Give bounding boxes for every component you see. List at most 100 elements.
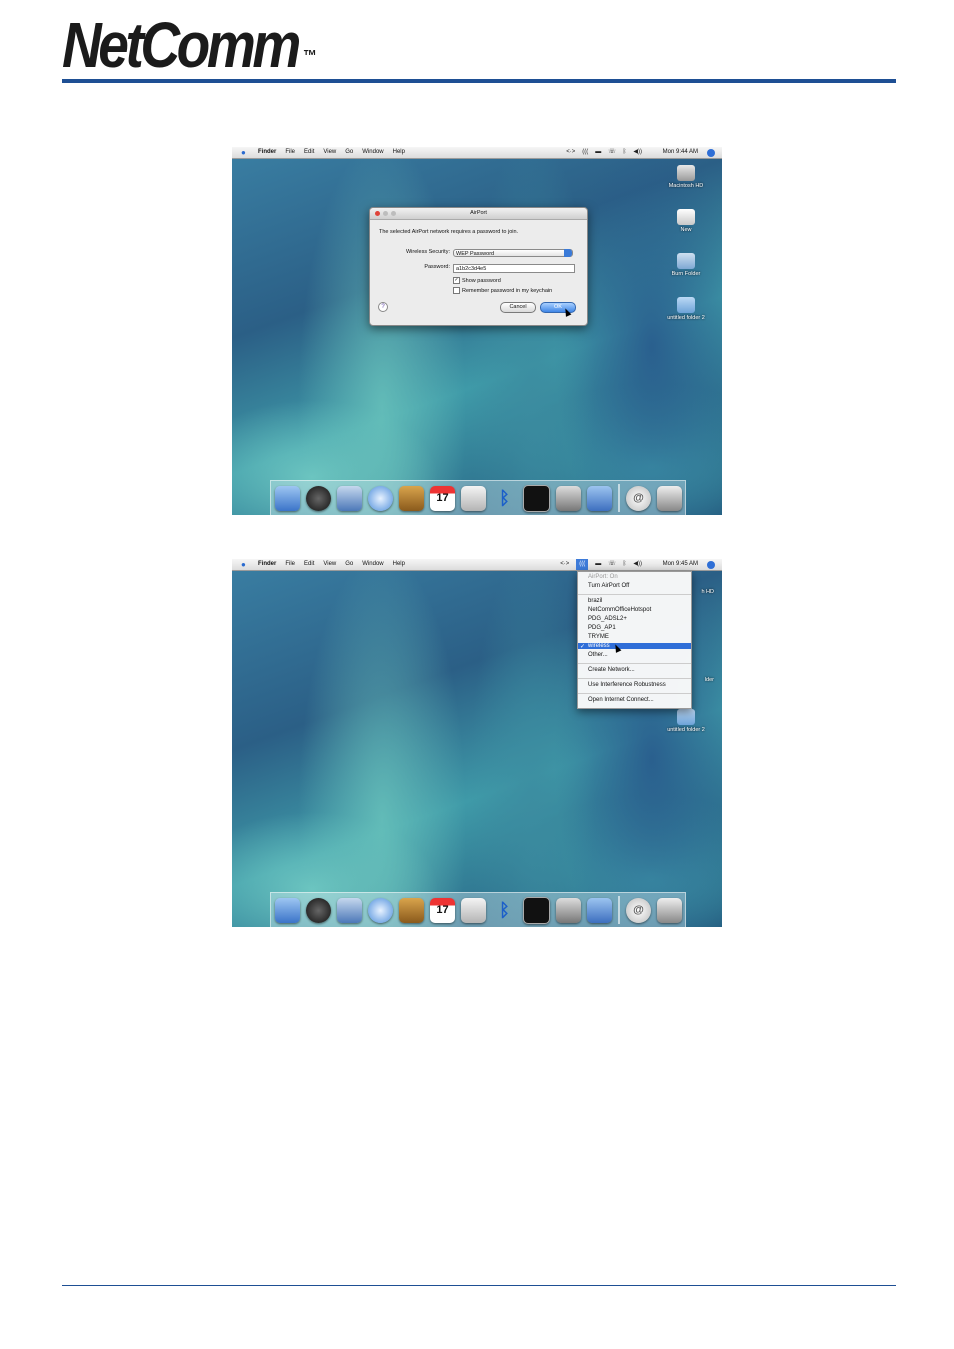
bluetooth-icon[interactable]: ᛒ bbox=[623, 147, 627, 158]
display-icon[interactable]: ▬ bbox=[595, 147, 601, 158]
turn-airport-off-item[interactable]: Turn AirPort Off bbox=[588, 583, 629, 589]
password-field[interactable]: a1b2c3d4e5 bbox=[453, 264, 575, 273]
zoom-window-button[interactable] bbox=[391, 211, 396, 216]
menu-go[interactable]: Go bbox=[345, 559, 353, 570]
dock-image-capture-icon[interactable] bbox=[587, 485, 612, 511]
dock-safari-icon[interactable] bbox=[368, 897, 393, 923]
menu-separator bbox=[578, 678, 691, 679]
dock-address-book-icon[interactable] bbox=[399, 897, 424, 923]
airport-icon[interactable]: ((( bbox=[582, 147, 588, 158]
dock-dashboard-icon[interactable] bbox=[306, 897, 331, 923]
dock-mail-icon[interactable] bbox=[337, 897, 362, 923]
dock-finder-icon[interactable] bbox=[275, 485, 300, 511]
dock-ical-icon[interactable]: 17 bbox=[430, 897, 455, 923]
dock-separator bbox=[618, 896, 620, 924]
phone-icon[interactable]: ☏ bbox=[608, 559, 616, 570]
network-status-icon[interactable]: <·> bbox=[566, 147, 575, 158]
dock-address-book-icon[interactable] bbox=[399, 485, 424, 511]
network-item-pdg-adsl2[interactable]: PDG_ADSL2+ bbox=[588, 616, 627, 622]
dock-preview-icon[interactable] bbox=[461, 897, 486, 923]
bluetooth-glyph: ᛒ bbox=[499, 899, 510, 920]
dock-mail-server-icon[interactable]: @ bbox=[626, 897, 651, 923]
menu-bar: ● Finder File Edit View Go Window Help <… bbox=[232, 559, 722, 571]
network-item-netcommofficehotspot[interactable]: NetCommOfficeHotspot bbox=[588, 607, 651, 613]
help-button[interactable]: ? bbox=[378, 302, 388, 312]
dock-finder-icon[interactable] bbox=[275, 897, 300, 923]
password-value: a1b2c3d4e5 bbox=[456, 266, 487, 272]
dock-mail-icon[interactable] bbox=[337, 485, 362, 511]
bluetooth-icon[interactable]: ᛒ bbox=[623, 559, 627, 570]
dock-preview-icon[interactable] bbox=[461, 485, 486, 511]
menu-edit[interactable]: Edit bbox=[304, 559, 314, 570]
dock-dashboard-icon[interactable] bbox=[306, 485, 331, 511]
show-password-checkbox[interactable]: ✓ Show password bbox=[453, 277, 501, 284]
dock-bluetooth-icon[interactable]: ᛒ bbox=[492, 486, 517, 511]
menu-window[interactable]: Window bbox=[362, 147, 383, 158]
network-item-pdg-ap1[interactable]: PDG_AP1 bbox=[588, 625, 616, 631]
interference-robustness-item[interactable]: Use Interference Robustness bbox=[588, 682, 666, 688]
desktop-icon-macintosh-hd[interactable]: Macintosh HD bbox=[656, 165, 716, 189]
desktop-icon-label: untitled folder 2 bbox=[667, 315, 705, 321]
menu-view[interactable]: View bbox=[323, 147, 336, 158]
dock-photo-browser-icon[interactable] bbox=[556, 897, 581, 923]
menubar-clock[interactable]: Mon 9:45 AM bbox=[663, 559, 698, 570]
remember-password-checkbox[interactable]: Remember password in my keychain bbox=[453, 287, 552, 294]
open-internet-connect-item[interactable]: Open Internet Connect... bbox=[588, 697, 654, 703]
desktop-icon-untitled-folder-2[interactable]: untitled folder 2 bbox=[656, 297, 716, 321]
menu-help[interactable]: Help bbox=[393, 147, 405, 158]
spotlight-icon[interactable] bbox=[707, 561, 715, 569]
spotlight-icon[interactable] bbox=[707, 149, 715, 157]
desktop-icon-burn-folder[interactable]: Burn Folder bbox=[656, 253, 716, 277]
dock-safari-icon[interactable] bbox=[368, 485, 393, 511]
menu-edit[interactable]: Edit bbox=[304, 147, 314, 158]
dock-trash-icon[interactable] bbox=[657, 485, 682, 511]
menu-help[interactable]: Help bbox=[393, 559, 405, 570]
checkbox-unchecked-icon bbox=[453, 287, 460, 294]
desktop-icon-untitled-folder-2[interactable]: untitled folder 2 bbox=[656, 709, 716, 733]
network-item-tryme[interactable]: TRYME bbox=[588, 634, 609, 640]
cancel-button[interactable]: Cancel bbox=[500, 302, 536, 313]
other-network-item[interactable]: Other... bbox=[588, 652, 608, 658]
apple-menu-icon[interactable]: ● bbox=[241, 147, 246, 158]
airport-icon[interactable]: ((( bbox=[576, 559, 589, 570]
network-item-brazil[interactable]: brazil bbox=[588, 598, 602, 604]
hard-drive-icon bbox=[677, 165, 695, 181]
dock-terminal-icon[interactable] bbox=[523, 896, 550, 924]
volume-icon[interactable]: ◀)) bbox=[633, 147, 642, 158]
dock-image-capture-icon[interactable] bbox=[587, 897, 612, 923]
dock-separator bbox=[618, 484, 620, 512]
dock-photo-browser-icon[interactable] bbox=[556, 485, 581, 511]
menu-file[interactable]: File bbox=[285, 147, 295, 158]
menu-separator bbox=[578, 594, 691, 595]
apple-menu-icon[interactable]: ● bbox=[241, 559, 246, 570]
airport-status-item: AirPort: On bbox=[588, 574, 618, 580]
dock: 17 ᛒ @ bbox=[270, 480, 686, 515]
dock-bluetooth-icon[interactable]: ᛒ bbox=[492, 898, 517, 923]
network-item-wireless[interactable]: ✓ wireless bbox=[578, 643, 691, 650]
menu-finder[interactable]: Finder bbox=[258, 559, 276, 570]
menu-file[interactable]: File bbox=[285, 559, 295, 570]
dock-terminal-icon[interactable] bbox=[523, 484, 550, 512]
dock-trash-icon[interactable] bbox=[657, 897, 682, 923]
phone-icon[interactable]: ☏ bbox=[608, 147, 616, 158]
dock-ical-icon[interactable]: 17 bbox=[430, 485, 455, 511]
close-window-button[interactable] bbox=[375, 211, 380, 216]
network-status-icon[interactable]: <·> bbox=[560, 559, 569, 570]
menu-finder[interactable]: Finder bbox=[258, 147, 276, 158]
dock: 17 ᛒ @ bbox=[270, 892, 686, 927]
desktop-icon-new[interactable]: New bbox=[656, 209, 716, 233]
bluetooth-glyph: ᛒ bbox=[499, 487, 510, 508]
dock-mail-server-icon[interactable]: @ bbox=[626, 485, 651, 511]
menubar-clock[interactable]: Mon 9:44 AM bbox=[663, 147, 698, 158]
desktop-icon-label: untitled folder 2 bbox=[667, 727, 705, 733]
minimize-window-button[interactable] bbox=[383, 211, 388, 216]
menu-view[interactable]: View bbox=[323, 559, 336, 570]
wireless-security-select[interactable]: WEP Password bbox=[453, 249, 573, 257]
dialog-title: AirPort bbox=[470, 210, 487, 216]
display-icon[interactable]: ▬ bbox=[595, 559, 601, 570]
menu-window[interactable]: Window bbox=[362, 559, 383, 570]
create-network-item[interactable]: Create Network... bbox=[588, 667, 635, 673]
ok-button[interactable]: OK bbox=[540, 302, 576, 313]
menu-go[interactable]: Go bbox=[345, 147, 353, 158]
volume-icon[interactable]: ◀)) bbox=[633, 559, 642, 570]
